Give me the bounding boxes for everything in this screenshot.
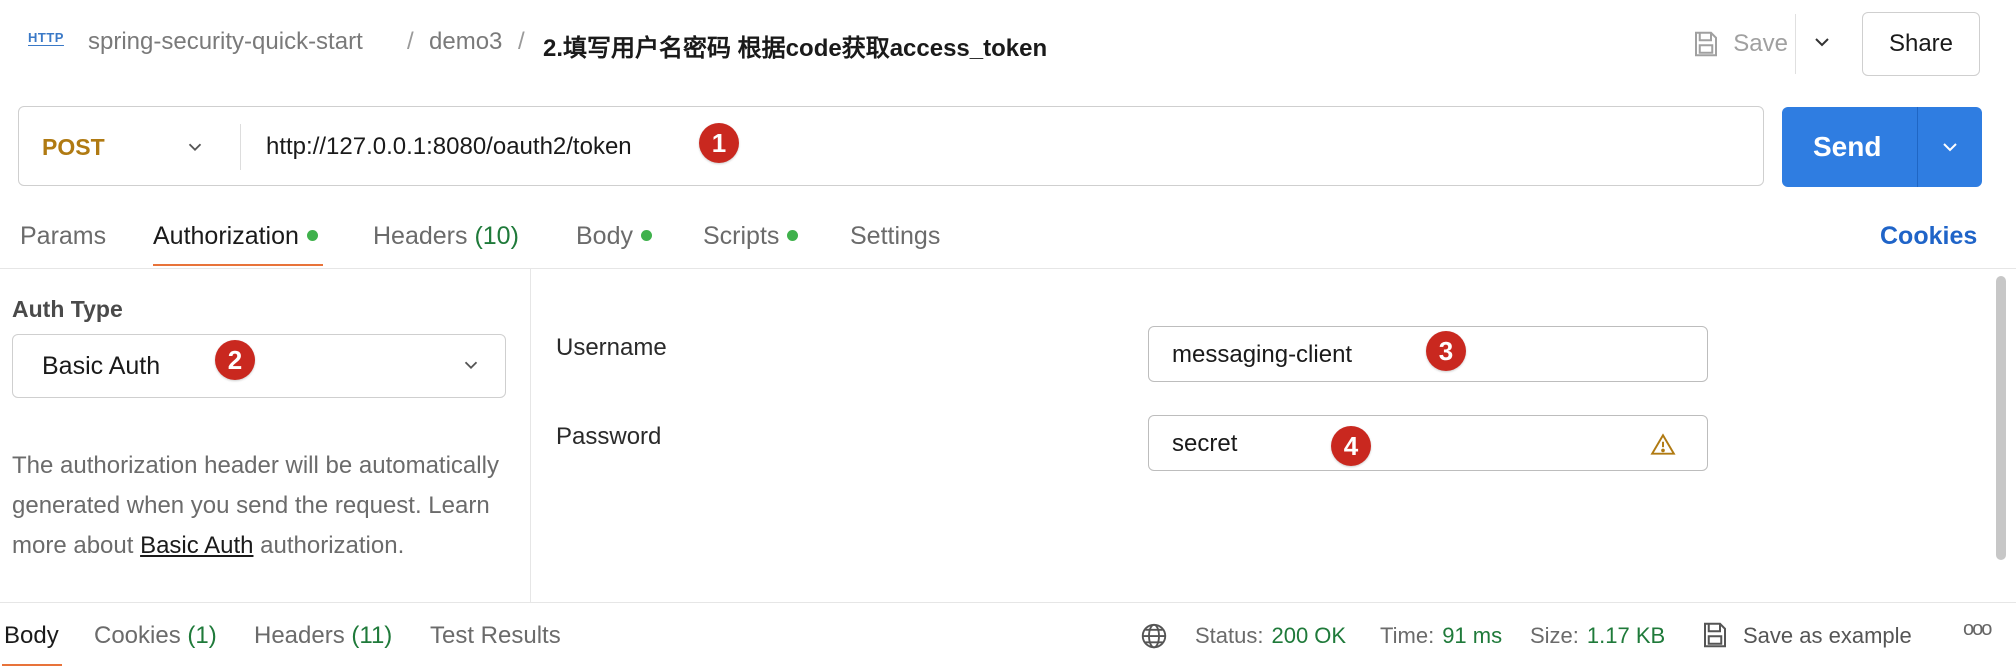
save-as-example-button[interactable]: Save as example — [1743, 623, 1912, 649]
breadcrumb-separator: / — [518, 28, 525, 55]
save-icon — [1695, 31, 1718, 57]
annotation-badge-1: 1 — [699, 123, 739, 163]
status-dot — [787, 229, 799, 241]
annotation-badge-4: 4 — [1331, 426, 1371, 466]
status-dot — [306, 229, 318, 241]
divider — [0, 268, 2016, 269]
warning-icon[interactable] — [1650, 432, 1676, 458]
password-label: Password — [556, 423, 662, 450]
globe-icon[interactable] — [1139, 621, 1169, 651]
chevron-down-icon[interactable] — [184, 136, 206, 158]
annotation-badge-3: 3 — [1426, 331, 1466, 371]
tab-authorization[interactable]: Authorization — [153, 222, 318, 251]
scrollbar-thumb[interactable] — [1996, 276, 2006, 560]
annotation-badge-2: 2 — [215, 340, 255, 380]
tab-params[interactable]: Params — [20, 222, 106, 251]
response-status: Status: 200 OK — [1195, 623, 1347, 648]
tab-settings[interactable]: Settings — [850, 222, 940, 251]
url-input[interactable]: http://127.0.0.1:8080/oauth2/token — [266, 133, 632, 161]
chevron-down-icon[interactable] — [1938, 135, 1962, 159]
method-select[interactable]: POST — [42, 134, 105, 161]
save-icon[interactable] — [1700, 620, 1730, 650]
username-value[interactable]: messaging-client — [1172, 341, 1352, 369]
tab-headers[interactable]: Headers (10) — [373, 222, 519, 251]
cookies-link[interactable]: Cookies — [1880, 222, 1977, 251]
basic-auth-link[interactable]: Basic Auth — [140, 532, 253, 559]
breadcrumb-separator: / — [407, 28, 414, 55]
tab-scripts[interactable]: Scripts — [703, 222, 799, 251]
http-request-icon: HTTP — [28, 30, 64, 45]
save-button[interactable]: Save — [1691, 26, 1788, 62]
response-tab-test-results[interactable]: Test Results — [430, 622, 561, 650]
active-tab-indicator — [153, 264, 323, 266]
tab-body[interactable]: Body — [576, 222, 652, 251]
response-size: Size: 1.17 KB — [1530, 623, 1666, 648]
more-options-icon[interactable]: ooo — [1963, 618, 1992, 641]
response-tab-headers[interactable]: Headers (11) — [254, 622, 392, 650]
divider — [240, 124, 241, 170]
save-label: Save — [1733, 30, 1788, 57]
username-label: Username — [556, 334, 667, 361]
divider — [530, 269, 531, 602]
status-dot — [640, 229, 652, 241]
breadcrumb-folder[interactable]: demo3 — [429, 28, 502, 56]
breadcrumb-collection[interactable]: spring-security-quick-start — [88, 28, 363, 56]
response-tab-cookies[interactable]: Cookies (1) — [94, 622, 217, 650]
send-label[interactable]: Send — [1813, 131, 1881, 163]
share-button[interactable]: Share — [1862, 12, 1980, 76]
divider — [0, 602, 2016, 603]
chevron-down-icon[interactable] — [1810, 30, 1834, 54]
chevron-down-icon[interactable] — [460, 354, 482, 376]
auth-description: The authorization header will be automat… — [12, 452, 499, 559]
response-tab-body[interactable]: Body — [4, 622, 59, 650]
response-time: Time: 91 ms — [1380, 623, 1503, 648]
divider — [1795, 14, 1796, 74]
divider — [1917, 107, 1918, 187]
request-title[interactable]: 2.填写用户名密码 根据code获取access_token — [543, 28, 1047, 63]
auth-type-label: Auth Type — [12, 296, 123, 322]
password-value[interactable]: secret — [1172, 430, 1237, 458]
auth-type-value[interactable]: Basic Auth — [42, 352, 160, 381]
